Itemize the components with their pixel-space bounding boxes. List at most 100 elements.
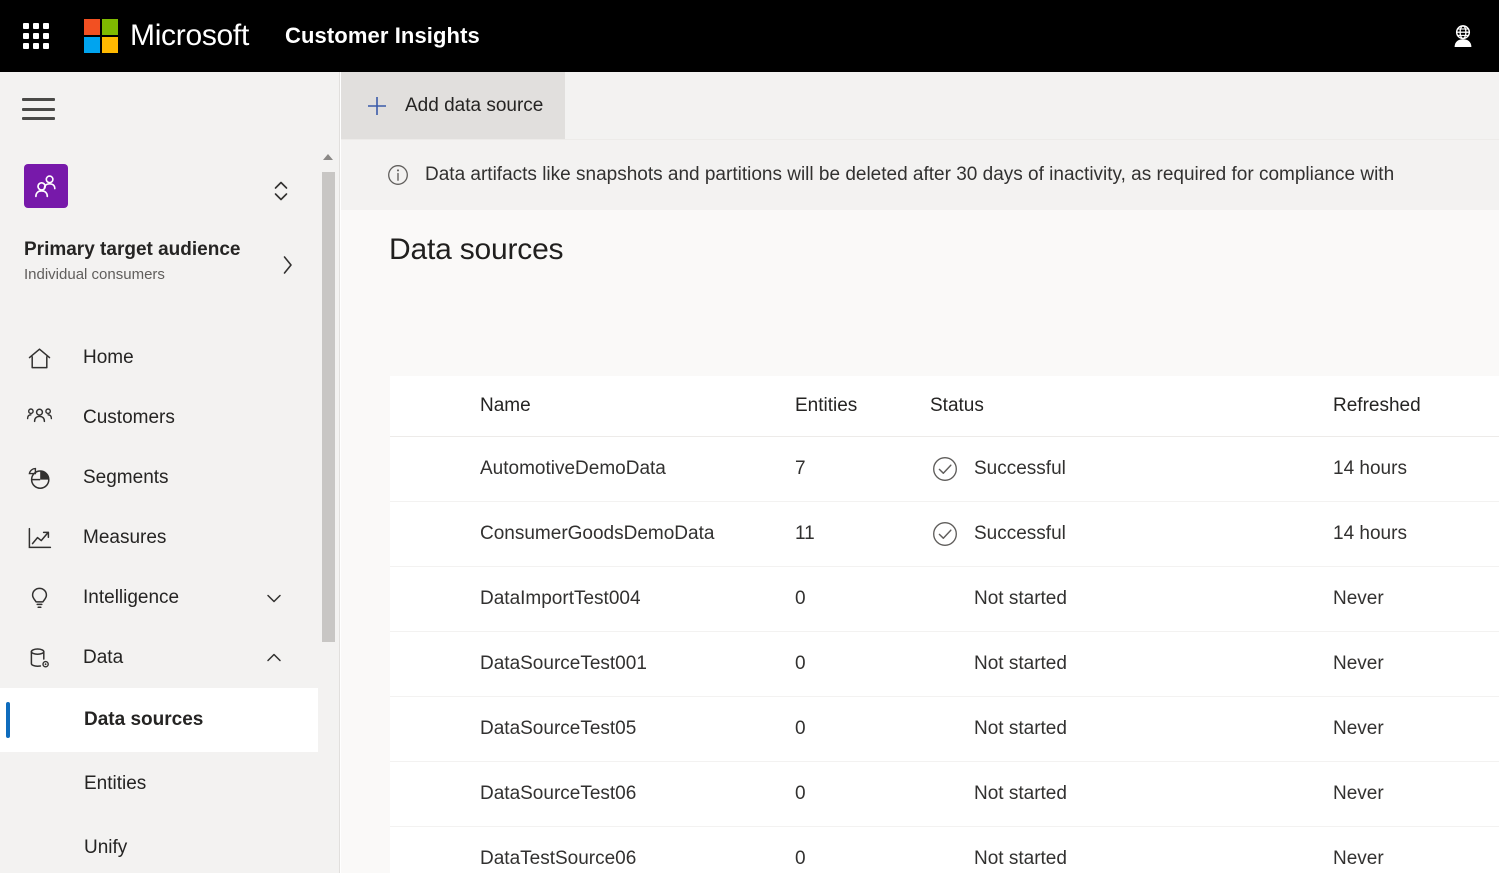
cell-refreshed: Never xyxy=(1333,696,1499,761)
sidebar-item-label: Home xyxy=(83,346,134,370)
column-header-refreshed[interactable]: Refreshed xyxy=(1333,376,1499,436)
data-source-name-link[interactable]: AutomotiveDemoData xyxy=(390,458,666,479)
table-row[interactable]: AutomotiveDemoData 7 Successful 14 hours xyxy=(390,436,1499,501)
cell-entities: 0 xyxy=(795,761,930,826)
logo-square-yellow xyxy=(102,37,118,53)
left-navigation: Primary target audience Individual consu… xyxy=(0,72,340,873)
cell-name[interactable]: ConsumerGoodsDemoData xyxy=(390,501,795,566)
cell-refreshed: Never xyxy=(1333,761,1499,826)
column-header-name[interactable]: Name xyxy=(390,376,795,436)
status-badge: Not started xyxy=(974,652,1067,676)
data-source-name-link[interactable]: DataImportTest004 xyxy=(390,588,641,609)
cell-refreshed: Never xyxy=(1333,566,1499,631)
data-source-name-link[interactable]: DataSourceTest05 xyxy=(390,718,636,739)
waffle-dot xyxy=(33,33,39,39)
suite-header-bar: Microsoft Customer Insights xyxy=(0,0,1499,72)
app-launcher-icon[interactable] xyxy=(12,12,60,60)
cell-name[interactable]: AutomotiveDemoData xyxy=(390,436,795,501)
audience-people-icon xyxy=(24,164,68,208)
sidebar-item-home[interactable]: Home xyxy=(0,328,318,388)
database-gear-icon xyxy=(22,641,56,675)
sidebar-item-data-sources[interactable]: Data sources xyxy=(0,688,318,752)
cell-entities: 0 xyxy=(795,566,930,631)
sidebar-item-data[interactable]: Data xyxy=(0,628,318,688)
sidebar-item-segments[interactable]: Segments xyxy=(0,448,318,508)
waffle-dot xyxy=(33,43,39,49)
sidebar-item-label: Customers xyxy=(83,406,175,430)
microsoft-wordmark: Microsoft xyxy=(130,21,249,51)
hamburger-line xyxy=(22,108,55,111)
refreshed-value: 14 hours xyxy=(1333,458,1407,479)
sidebar-item-label: Data xyxy=(83,646,123,670)
compliance-info-text: Data artifacts like snapshots and partit… xyxy=(425,163,1394,187)
refreshed-value: Never xyxy=(1333,588,1384,609)
sidebar-scrollbar[interactable] xyxy=(320,148,336,873)
compliance-info-banner: Data artifacts like snapshots and partit… xyxy=(341,140,1499,210)
entities-count: 7 xyxy=(795,458,806,479)
table-row[interactable]: ConsumerGoodsDemoData 11 Successful 14 hour… xyxy=(390,501,1499,566)
add-data-source-button[interactable]: Add data source xyxy=(341,72,565,139)
page-title: Data sources xyxy=(389,231,563,269)
cell-entities: 7 xyxy=(795,436,930,501)
column-header-entities[interactable]: Entities xyxy=(795,376,930,436)
table-row[interactable]: DataSourceTest050Not startedNever xyxy=(390,696,1499,761)
table-header: Name Entities Status Refreshed xyxy=(390,376,1499,436)
cell-status: Not started xyxy=(930,826,1333,873)
cell-name[interactable]: DataImportTest004 xyxy=(390,566,795,631)
data-source-name-link[interactable]: DataSourceTest001 xyxy=(390,653,647,674)
cell-refreshed: Never xyxy=(1333,631,1499,696)
page-body: Data sources Name Entities Status Refres… xyxy=(341,210,1499,873)
scroll-up-arrow-icon[interactable] xyxy=(320,148,336,166)
waffle-dot xyxy=(43,23,49,29)
entities-count: 11 xyxy=(795,523,815,544)
sidebar-item-entities[interactable]: Entities xyxy=(0,752,318,816)
chevron-up-down-icon[interactable] xyxy=(270,176,292,206)
cell-name[interactable]: DataSourceTest001 xyxy=(390,631,795,696)
cell-name[interactable]: DataSourceTest05 xyxy=(390,696,795,761)
status-badge: Successful xyxy=(974,522,1066,546)
cell-name[interactable]: DataSourceTest06 xyxy=(390,761,795,826)
waffle-dot xyxy=(43,43,49,49)
sidebar-scrollbar-thumb[interactable] xyxy=(322,172,335,642)
audience-text-block: Primary target audience Individual consu… xyxy=(24,238,296,286)
plus-icon xyxy=(365,94,389,118)
data-source-name-link[interactable]: DataSourceTest06 xyxy=(390,783,636,804)
chevron-right-icon[interactable] xyxy=(280,252,296,283)
table-row[interactable]: DataImportTest0040Not startedNever xyxy=(390,566,1499,631)
table-row[interactable]: DataTestSource060Not startedNever xyxy=(390,826,1499,873)
table-header-row: Name Entities Status Refreshed xyxy=(390,376,1499,436)
chevron-down-icon[interactable] xyxy=(264,588,284,608)
cell-entities: 0 xyxy=(795,631,930,696)
column-header-status[interactable]: Status xyxy=(930,376,1333,436)
data-source-name-link[interactable]: ConsumerGoodsDemoData xyxy=(390,523,714,544)
data-source-name-link[interactable]: DataTestSource06 xyxy=(390,848,636,869)
audience-selector[interactable]: Primary target audience Individual consu… xyxy=(0,152,318,300)
sidebar-item-label: Measures xyxy=(83,526,166,550)
cell-status: Successful xyxy=(930,501,1333,566)
entities-count: 0 xyxy=(795,783,806,804)
data-sources-table-card: Name Entities Status Refreshed Automotiv… xyxy=(390,376,1499,873)
table-row[interactable]: DataSourceTest06 0 Not started Never xyxy=(390,761,1499,826)
sidebar-item-unify[interactable]: Unify xyxy=(0,816,318,873)
cell-refreshed: 14 hours xyxy=(1333,501,1499,566)
sidebar-item-customers[interactable]: Customers xyxy=(0,388,318,448)
microsoft-logo[interactable]: Microsoft xyxy=(84,19,249,53)
status-badge: Not started xyxy=(974,782,1067,806)
check-circle-icon xyxy=(930,519,960,549)
cell-entities: 11 xyxy=(795,501,930,566)
globe-person-icon[interactable] xyxy=(1441,14,1485,58)
cell-name[interactable]: DataTestSource06 xyxy=(390,826,795,873)
app-title[interactable]: Customer Insights xyxy=(285,23,480,49)
table-row[interactable]: DataSourceTest001 0 Not started Never xyxy=(390,631,1499,696)
chevron-up-icon[interactable] xyxy=(264,648,284,668)
hamburger-line xyxy=(22,117,55,120)
sidebar-item-intelligence[interactable]: Intelligence xyxy=(0,568,318,628)
hamburger-menu-icon[interactable] xyxy=(22,94,56,124)
logo-square-red xyxy=(84,19,100,35)
sidebar-item-label: Intelligence xyxy=(83,586,179,610)
sidebar-item-measures[interactable]: Measures xyxy=(0,508,318,568)
refreshed-value: Never xyxy=(1333,653,1384,674)
status-badge: Successful xyxy=(974,457,1066,481)
cell-status: Not started xyxy=(930,631,1333,696)
command-bar: Add data source xyxy=(341,72,1499,140)
